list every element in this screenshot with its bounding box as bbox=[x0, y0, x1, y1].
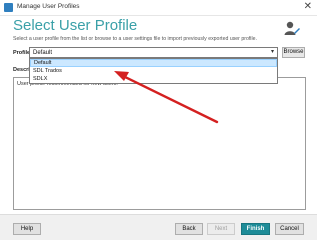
app-icon bbox=[4, 3, 13, 12]
page-title: Select User Profile bbox=[13, 17, 138, 34]
user-profile-icon bbox=[284, 21, 300, 35]
window-title: Manage User Profiles bbox=[17, 3, 80, 10]
title-bar: Manage User Profiles ✕ bbox=[0, 0, 317, 16]
dropdown-option-sdl-trados[interactable]: SDL Trados bbox=[30, 67, 277, 75]
profile-select-value: Default bbox=[33, 49, 53, 56]
close-icon[interactable]: ✕ bbox=[304, 1, 312, 13]
dropdown-option-default[interactable]: Default bbox=[30, 59, 277, 67]
back-button[interactable]: Back bbox=[175, 223, 203, 235]
profile-select[interactable]: Default ▾ bbox=[29, 47, 278, 58]
finish-button[interactable]: Finish bbox=[241, 223, 270, 235]
profile-label: Profile bbox=[13, 50, 31, 56]
page-subtitle: Select a user profile from the list or b… bbox=[13, 36, 257, 42]
description-box: User profile recommended for new users. bbox=[13, 77, 306, 210]
next-button[interactable]: Next bbox=[207, 223, 235, 235]
dropdown-option-sdlx[interactable]: SDLX bbox=[30, 75, 277, 83]
profile-dropdown-list: Default SDL Trados SDLX bbox=[29, 58, 278, 84]
cancel-button[interactable]: Cancel bbox=[275, 223, 304, 235]
help-button[interactable]: Help bbox=[13, 223, 41, 235]
browse-button[interactable]: Browse bbox=[282, 47, 305, 58]
chevron-down-icon[interactable]: ▾ bbox=[271, 48, 274, 57]
